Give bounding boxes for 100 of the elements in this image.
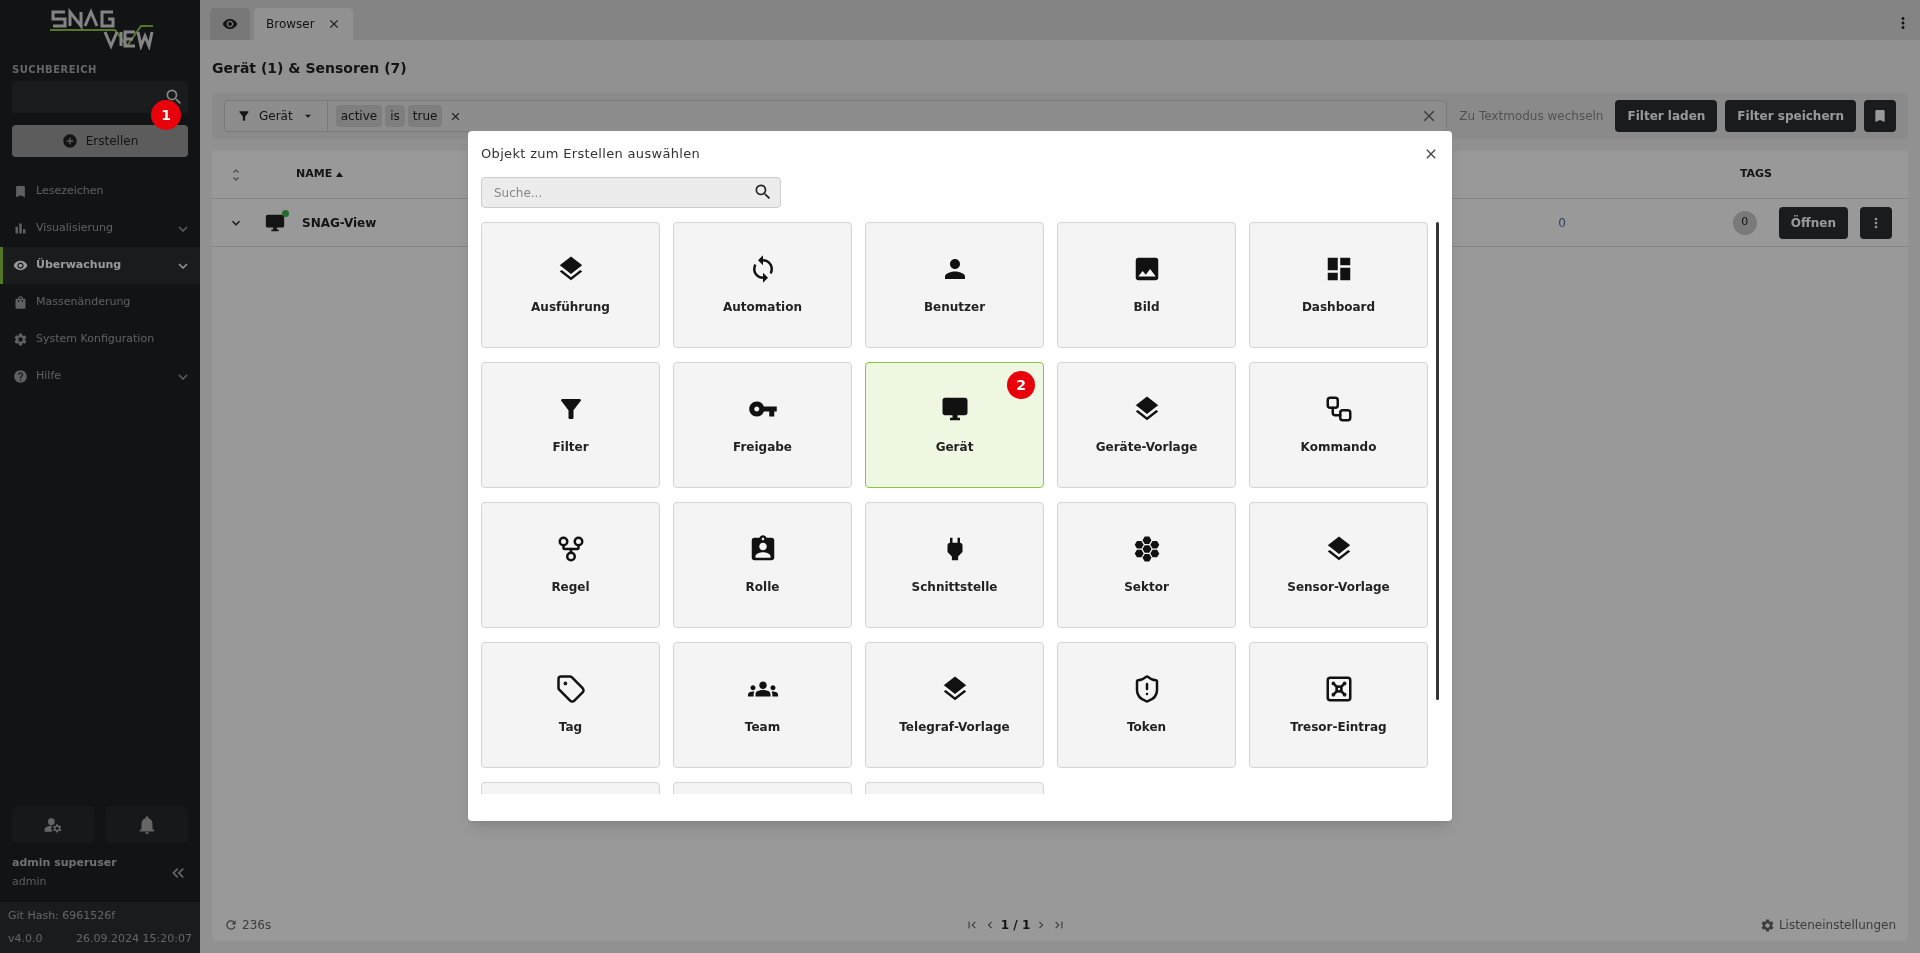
more-button[interactable] <box>1860 206 1892 239</box>
column-header[interactable]: NAME <box>296 166 344 183</box>
tab[interactable] <box>210 8 250 40</box>
device-name: SNAG-View <box>302 214 377 232</box>
type-dropdown[interactable]: Gerät <box>225 101 328 131</box>
tile-label: Sektor <box>1124 579 1169 596</box>
nav-label: Massenänderung <box>36 294 132 311</box>
bag-icon <box>13 295 28 310</box>
nav-item[interactable]: Überwachung <box>0 247 200 284</box>
tile-label: Gerät <box>935 439 974 456</box>
chevron-icon <box>178 262 188 269</box>
table-cell-text: 0 <box>1558 214 1566 232</box>
nav-label: Überwachung <box>36 257 123 274</box>
filter-field[interactable]: Gerät active is true <box>224 100 1448 132</box>
object-tile[interactable]: Kommando <box>1249 362 1428 488</box>
object-tile[interactable]: Dashboard <box>1249 222 1428 348</box>
tile-label: Freigabe <box>733 439 792 456</box>
object-tile[interactable]: Team <box>673 642 852 768</box>
tile-label: Regel <box>551 579 590 596</box>
list-settings-link[interactable]: Listeneinstellungen <box>1759 916 1896 934</box>
section-label: SUCHBEREICH <box>12 63 98 77</box>
search-icon <box>753 182 773 202</box>
notifications-button[interactable] <box>106 807 188 843</box>
object-tile[interactable]: Rolle <box>673 502 852 628</box>
object-tile[interactable]: Geräte-Vorlage <box>1057 362 1236 488</box>
tag-count: 0 <box>1732 210 1757 235</box>
dialog-title: Objekt zum Erstellen auswählen <box>481 145 702 164</box>
object-tile[interactable]: Ausführung <box>481 222 660 348</box>
user-name: admin superuser <box>12 855 118 871</box>
object-tile[interactable]: Tresor-Eintrag <box>1249 642 1428 768</box>
tag-icon <box>555 674 586 704</box>
tile-label: Automation <box>722 299 803 316</box>
bookmark-icon <box>13 184 28 199</box>
column-header[interactable]: TAGS <box>1739 166 1772 183</box>
save-filter-button[interactable]: Filter speichern <box>1725 100 1856 132</box>
chevron-icon <box>178 373 188 380</box>
object-tile[interactable]: Tag <box>481 642 660 768</box>
gear-icon <box>1759 917 1775 933</box>
tile-label: Geräte-Vorlage <box>1095 439 1198 456</box>
branch-icon <box>555 534 586 564</box>
object-tile[interactable]: Schnittstelle <box>865 502 1044 628</box>
tile-label: Team <box>744 719 781 736</box>
user-gear-icon <box>43 815 63 835</box>
tile-label: Schnittstelle <box>911 579 998 596</box>
help-icon <box>13 369 28 384</box>
tile-label: Tag <box>558 719 583 736</box>
nav-label: Lesezeichen <box>36 183 105 200</box>
filter-chip: is <box>385 105 405 127</box>
nav-label: System Konfiguration <box>36 331 156 348</box>
user-login: admin <box>12 873 48 890</box>
tile-label: Sensor-Vorlage <box>1287 579 1390 596</box>
bookmark-button[interactable] <box>1864 100 1896 132</box>
page-indicator: 1 / 1 <box>1000 917 1031 934</box>
object-tile[interactable]: Automation <box>673 222 852 348</box>
tile-label: Telegraf-Vorlage <box>899 719 1010 736</box>
nav-label: Visualisierung <box>36 220 114 237</box>
tile-label: Filter <box>552 439 589 456</box>
object-tile[interactable]: Gerät 2 <box>865 362 1044 488</box>
object-tile[interactable]: Sektor <box>1057 502 1236 628</box>
object-tile[interactable]: Filter <box>481 362 660 488</box>
chevron-icon <box>178 225 188 232</box>
search-icon <box>164 87 184 107</box>
object-tile[interactable]: Regel <box>481 502 660 628</box>
refresh-icon <box>224 918 238 932</box>
filter-chip: active <box>335 105 383 127</box>
tile-label: Token <box>1126 719 1167 736</box>
git-hash: Git Hash: 6961526f <box>8 908 117 924</box>
version: v4.0.0 <box>8 930 43 947</box>
eye-icon <box>222 16 238 32</box>
tile-label: Bild <box>1133 299 1160 316</box>
tab-label: Browser <box>266 16 315 33</box>
open-button[interactable]: Öffnen <box>1778 206 1848 239</box>
step-marker: 2 <box>1007 371 1035 399</box>
nav-label: Hilfe <box>36 368 63 385</box>
tile-label: Dashboard <box>1301 299 1376 316</box>
filter-chip: true <box>407 105 443 127</box>
chart-icon <box>13 221 28 236</box>
object-tile[interactable]: Freigabe <box>673 362 852 488</box>
bookmark-icon <box>1872 108 1888 124</box>
eye-icon <box>13 258 28 273</box>
tile-label: Kommando <box>1300 439 1377 456</box>
object-tile[interactable]: Benutzer <box>865 222 1044 348</box>
search-field[interactable]: Suche... <box>481 177 781 208</box>
tab[interactable]: Browser <box>254 8 353 40</box>
object-tile[interactable]: Sensor-Vorlage <box>1249 502 1428 628</box>
load-filter-button[interactable]: Filter laden <box>1615 100 1718 132</box>
user-settings-button[interactable] <box>12 807 94 843</box>
object-tile[interactable]: Token <box>1057 642 1236 768</box>
plus-icon <box>61 133 78 149</box>
object-tile[interactable]: Bild <box>1057 222 1236 348</box>
tile-label: Ausführung <box>531 299 610 316</box>
object-tile[interactable]: Telegraf-Vorlage <box>865 642 1044 768</box>
funnel-icon <box>237 109 251 123</box>
scrollbar-thumb[interactable] <box>1436 222 1439 700</box>
gear-icon <box>13 332 28 347</box>
sort-icon <box>336 172 344 177</box>
refresh-timer[interactable]: 236s <box>224 916 272 934</box>
tile-label: Benutzer <box>923 299 986 316</box>
tile-label: Rolle <box>745 579 780 596</box>
build-date: 26.09.2024 15:20:07 <box>76 930 192 947</box>
